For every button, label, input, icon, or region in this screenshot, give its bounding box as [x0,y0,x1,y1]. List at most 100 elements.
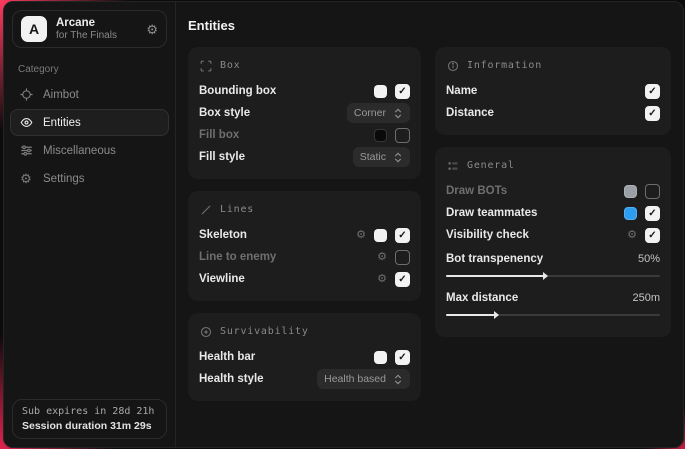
card-general: General Draw BOTs Draw teammates [435,147,671,337]
app-window: A Arcane for The Finals ⚙ Category Aimbo… [3,1,684,448]
gear-icon[interactable]: ⚙ [377,274,387,285]
setting-label: Health bar [199,351,255,363]
crosshair-icon [19,88,33,102]
section-title: General [467,160,515,171]
slider-max-distance: Max distance 250m [446,287,660,316]
color-swatch[interactable] [374,351,387,364]
setting-label: Box style [199,107,250,119]
card-survivability: Survivability Health bar Health style [188,313,421,401]
setting-label: Line to enemy [199,251,276,263]
slider-label: Bot transpenency [446,253,543,265]
setting-row: Health bar [199,346,410,368]
checkbox[interactable] [395,250,410,265]
fill-style-select[interactable]: Static [353,147,410,167]
checkbox[interactable] [395,128,410,143]
setting-label: Viewline [199,273,245,285]
updown-arrows-icon [393,108,403,119]
sidebar-item-settings[interactable]: ⚙ Settings [10,165,169,192]
section-title: Information [467,60,542,71]
slider-track[interactable] [446,314,660,316]
checkbox[interactable] [645,84,660,99]
setting-label: Fill style [199,151,245,163]
color-swatch[interactable] [624,207,637,220]
color-swatch[interactable] [624,185,637,198]
setting-row: Draw BOTs [446,180,660,202]
sidebar-item-miscellaneous[interactable]: Miscellaneous [10,137,169,164]
sidebar-item-aimbot[interactable]: Aimbot [10,81,169,108]
select-value: Health based [324,373,386,385]
updown-arrows-icon [393,374,403,385]
setting-row: Health style Health based [199,368,410,390]
card-information: Information Name Distance [435,47,671,135]
gear-icon[interactable]: ⚙ [146,23,158,36]
sidebar: A Arcane for The Finals ⚙ Category Aimbo… [4,2,176,447]
setting-label: Distance [446,107,494,119]
setting-row: Name [446,80,660,102]
setting-label: Draw teammates [446,207,537,219]
gear-icon[interactable]: ⚙ [356,230,366,241]
setting-label: Skeleton [199,229,247,241]
checkbox[interactable] [645,228,660,243]
health-style-select[interactable]: Health based [317,369,410,389]
section-title: Survivability [220,326,309,337]
sliders-icon [19,144,33,158]
survivability-icon [199,325,212,338]
main-content: Entities Box Bounding box [176,2,683,447]
setting-row: Visibility check ⚙ [446,224,660,246]
sidebar-nav: Aimbot Entities Miscella [4,81,175,192]
color-swatch[interactable] [374,85,387,98]
subscription-status-card: Sub expires in 28d 21h Session duration … [12,399,167,439]
setting-label: Name [446,85,477,97]
checkbox[interactable] [645,106,660,121]
sidebar-item-label: Settings [43,173,85,185]
checkbox[interactable] [395,350,410,365]
checkbox[interactable] [645,184,660,199]
setting-row: Bounding box [199,80,410,102]
app-subtitle: for The Finals [56,30,137,42]
slider-bot-transparency: Bot transpenency 50% [446,248,660,277]
setting-row: Skeleton ⚙ [199,224,410,246]
checkbox[interactable] [395,228,410,243]
slider-track[interactable] [446,275,660,277]
setting-row: Fill style Static [199,146,410,168]
setting-row: Box style Corner [199,102,410,124]
app-logo: A [21,16,47,42]
card-lines: Lines Skeleton ⚙ Line to enemy ⚙ [188,191,421,301]
box-corners-icon [199,59,212,72]
brand: Arcane for The Finals [56,17,137,42]
gear-icon[interactable]: ⚙ [627,230,637,241]
setting-row: Distance [446,102,660,124]
setting-label: Health style [199,373,264,385]
sidebar-item-label: Entities [43,117,81,129]
app-name: Arcane [56,17,137,30]
slider-fill [446,314,495,316]
slider-value: 250m [632,292,660,304]
setting-row: Draw teammates [446,202,660,224]
app-header-card: A Arcane for The Finals ⚙ [12,10,167,48]
setting-label: Fill box [199,129,239,141]
checkbox[interactable] [645,206,660,221]
slider-fill [446,275,544,277]
section-title: Box [220,60,240,71]
diagonal-line-icon [199,203,212,216]
sidebar-item-label: Aimbot [43,89,79,101]
sidebar-item-label: Miscellaneous [43,145,116,157]
setting-label: Bounding box [199,85,276,97]
color-swatch[interactable] [374,129,387,142]
setting-row: Fill box [199,124,410,146]
section-title: Lines [220,204,254,215]
color-swatch[interactable] [374,229,387,242]
select-value: Corner [354,107,386,119]
checkbox[interactable] [395,84,410,99]
slider-label: Max distance [446,292,518,304]
box-style-select[interactable]: Corner [347,103,410,123]
slider-value: 50% [638,253,660,265]
setting-label: Draw BOTs [446,185,507,197]
setting-row: Viewline ⚙ [199,268,410,290]
checkbox[interactable] [395,272,410,287]
gear-icon[interactable]: ⚙ [377,252,387,263]
sub-expiry-text: Sub expires in 28d 21h [22,406,157,417]
card-box: Box Bounding box Box style Corne [188,47,421,179]
updown-arrows-icon [393,152,403,163]
sidebar-item-entities[interactable]: Entities [10,109,169,136]
